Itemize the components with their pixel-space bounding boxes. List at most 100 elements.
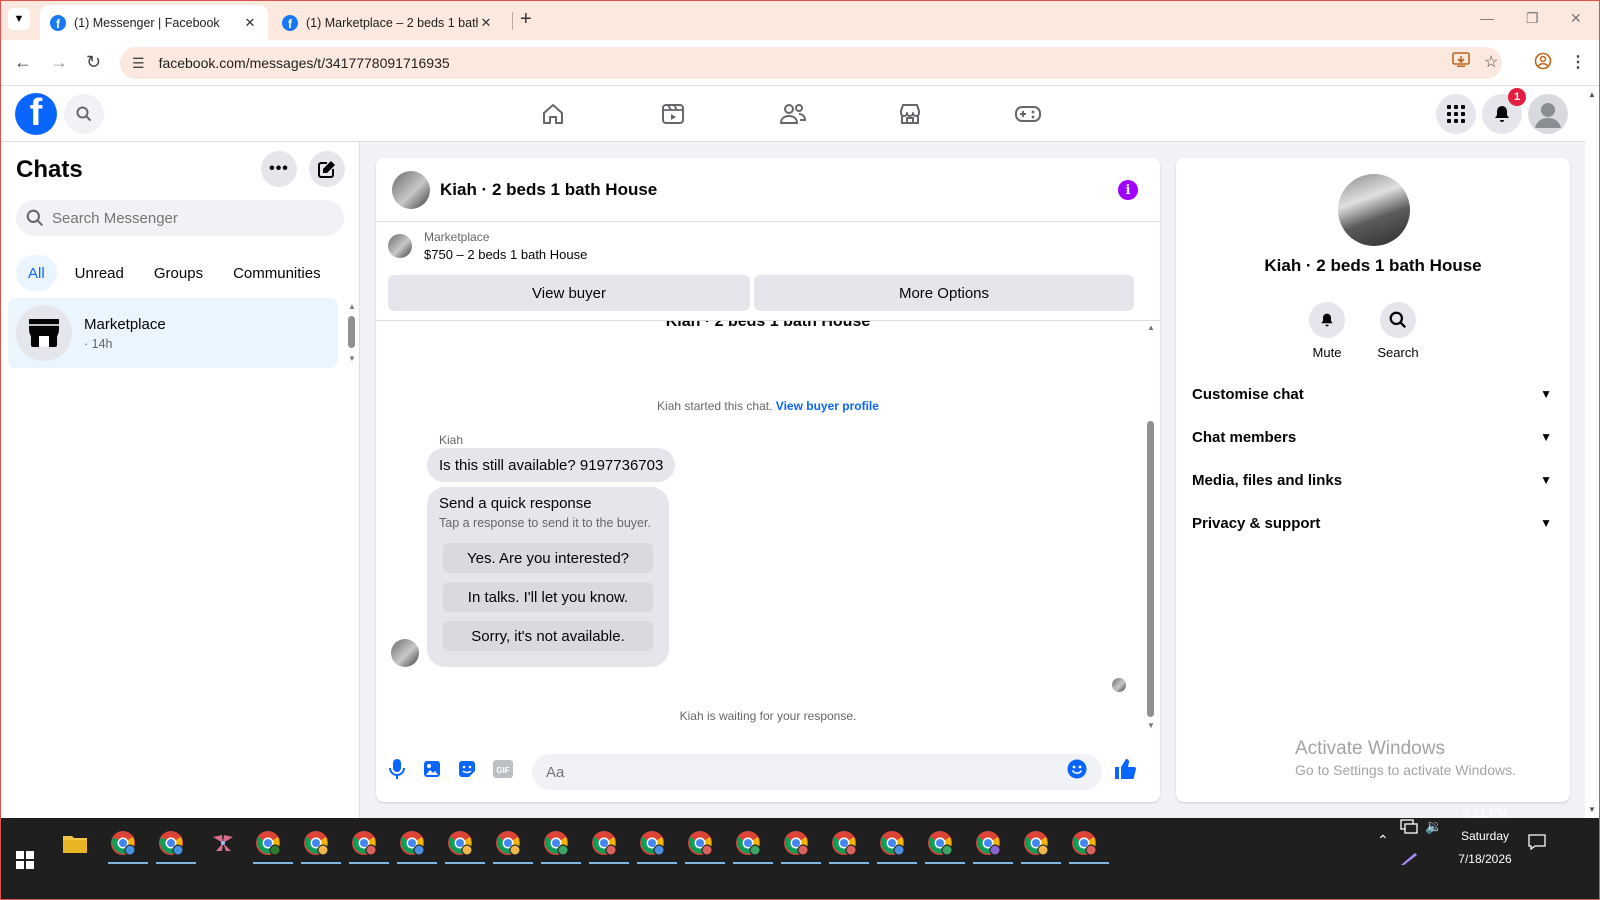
chrome-profile-icon[interactable] (108, 828, 148, 864)
close-window-button[interactable]: ✕ (1570, 10, 1582, 27)
chrome-profile-icon[interactable] (253, 828, 293, 864)
network-icon[interactable] (1400, 818, 1418, 837)
chrome-profile-icon[interactable] (925, 828, 965, 864)
close-tab-icon[interactable]: ✕ (242, 15, 258, 31)
message-input-field[interactable] (532, 754, 1102, 790)
chrome-profile-icon[interactable] (685, 828, 725, 864)
friends-icon[interactable] (779, 100, 807, 128)
chrome-profile-icon[interactable] (1069, 828, 1109, 864)
start-button[interactable] (16, 851, 34, 874)
quick-response-button[interactable]: Sorry, it's not available. (443, 621, 653, 651)
photo-icon[interactable] (421, 758, 443, 780)
sticker-icon[interactable] (456, 758, 478, 780)
video-icon[interactable] (659, 100, 687, 128)
conversation-scrollbar[interactable]: ▲ ▼ (348, 302, 356, 363)
message-composer: GIF (376, 740, 1160, 802)
view-buyer-button[interactable]: View buyer (388, 275, 750, 311)
emoji-icon[interactable] (1066, 758, 1088, 780)
chat-members-section[interactable]: Chat members ▼ (1192, 419, 1552, 455)
bookmark-star-icon[interactable]: ☆ (1484, 52, 1498, 72)
chrome-profile-icon[interactable] (445, 828, 485, 864)
more-options-button[interactable]: More Options (754, 275, 1134, 311)
chrome-profile-icon[interactable] (829, 828, 869, 864)
install-app-icon[interactable] (1452, 52, 1470, 73)
filter-unread[interactable]: Unread (63, 255, 136, 291)
listing-title[interactable]: $750 – 2 beds 1 bath House (424, 247, 587, 262)
search-action[interactable]: Search (1368, 302, 1428, 360)
customise-chat-section[interactable]: Customise chat ▼ (1192, 376, 1552, 412)
volume-icon[interactable]: 🔉 (1425, 818, 1442, 835)
chevron-down-icon: ▼ (1540, 387, 1552, 401)
mute-action[interactable]: Mute (1297, 302, 1357, 360)
tab-messenger[interactable]: f (1) Messenger | Facebook ✕ (40, 5, 268, 40)
menu-grid-button[interactable] (1436, 94, 1476, 134)
page-scrollbar[interactable]: ▲ ▼ (1585, 86, 1600, 818)
site-info-icon[interactable]: ☰ (132, 55, 145, 72)
home-icon[interactable] (539, 100, 567, 128)
filter-groups[interactable]: Groups (142, 255, 215, 291)
filter-communities[interactable]: Communities (221, 255, 333, 291)
account-avatar[interactable] (1528, 94, 1568, 134)
back-button[interactable]: ← (14, 52, 32, 73)
messenger-search[interactable] (16, 200, 344, 236)
minimize-button[interactable]: — (1480, 10, 1494, 26)
pinwheel-app-icon[interactable] (208, 828, 238, 858)
like-icon[interactable] (1114, 758, 1136, 780)
info-icon[interactable]: i (1118, 180, 1138, 200)
thread-scrollbar[interactable]: ▲ ▼ (1146, 323, 1156, 733)
new-tab-button[interactable]: + (520, 8, 532, 31)
file-explorer-icon[interactable] (60, 828, 90, 858)
microphone-icon[interactable] (386, 758, 408, 780)
browser-menu-icon[interactable]: ⋮ (1570, 52, 1586, 72)
conversation-item[interactable]: Marketplace · 14h (8, 298, 338, 368)
message-bubble[interactable]: Is this still available? 9197736703 (427, 448, 676, 482)
chrome-profile-icon[interactable] (733, 828, 773, 864)
chrome-profile-icon[interactable] (589, 828, 629, 864)
section-label: Customise chat (1192, 385, 1304, 403)
chevron-down-icon: ▼ (1540, 516, 1552, 530)
chrome-profile-icon[interactable] (973, 828, 1013, 864)
gaming-icon[interactable] (1014, 100, 1042, 128)
view-buyer-profile-link[interactable]: View buyer profile (776, 399, 879, 413)
gif-icon[interactable]: GIF (492, 758, 514, 780)
chrome-profile-icon[interactable] (781, 828, 821, 864)
media-files-section[interactable]: Media, files and links ▼ (1192, 462, 1552, 498)
marketplace-icon[interactable] (896, 100, 924, 128)
tab-marketplace[interactable]: f (1) Marketplace – 2 beds 1 bath ✕ (272, 5, 504, 40)
filter-all[interactable]: All (16, 255, 57, 291)
chrome-profile-icon[interactable] (156, 828, 196, 864)
reload-button[interactable]: ↻ (86, 52, 101, 73)
chrome-profile-icon[interactable] (877, 828, 917, 864)
facebook-logo[interactable]: f (15, 93, 57, 135)
facebook-search-button[interactable] (64, 94, 104, 134)
chrome-profile-icon[interactable] (301, 828, 341, 864)
tab-search-button[interactable]: ▼ (8, 8, 30, 30)
show-hidden-icons[interactable]: ⌃ (1377, 832, 1389, 849)
chat-title[interactable]: Kiah · 2 beds 1 bath House (440, 180, 657, 200)
new-message-button[interactable] (309, 151, 345, 187)
chrome-profile-icon[interactable] (1021, 828, 1061, 864)
address-bar[interactable]: ☰ facebook.com/messages/t/34177780917169… (120, 47, 1502, 79)
privacy-support-section[interactable]: Privacy & support ▼ (1192, 505, 1552, 541)
message-input[interactable] (546, 763, 1046, 781)
search-input[interactable] (52, 209, 332, 227)
chrome-profile-icon[interactable] (541, 828, 581, 864)
chat-options-button[interactable]: ••• (261, 151, 297, 187)
forward-button[interactable]: → (50, 52, 68, 73)
chrome-profile-icon[interactable] (397, 828, 437, 864)
close-tab-icon[interactable]: ✕ (478, 15, 494, 31)
quick-response-button[interactable]: Yes. Are you interested? (443, 543, 653, 573)
sender-name: Kiah (439, 433, 464, 447)
quick-response-button[interactable]: In talks. I'll let you know. (443, 582, 653, 612)
profile-icon[interactable] (1534, 52, 1552, 75)
chrome-profile-icon[interactable] (493, 828, 533, 864)
profile-avatar[interactable] (1338, 174, 1410, 246)
clock[interactable]: 9:21 PM Saturday 7/18/2026 (1454, 806, 1516, 866)
notification-center-icon[interactable] (1528, 834, 1546, 853)
sender-avatar[interactable] (391, 639, 419, 667)
restore-button[interactable]: ❐ (1526, 10, 1539, 27)
chrome-profile-icon[interactable] (637, 828, 677, 864)
pen-icon[interactable] (1400, 852, 1418, 869)
chrome-profile-icon[interactable] (349, 828, 389, 864)
chat-avatar[interactable] (392, 170, 430, 209)
